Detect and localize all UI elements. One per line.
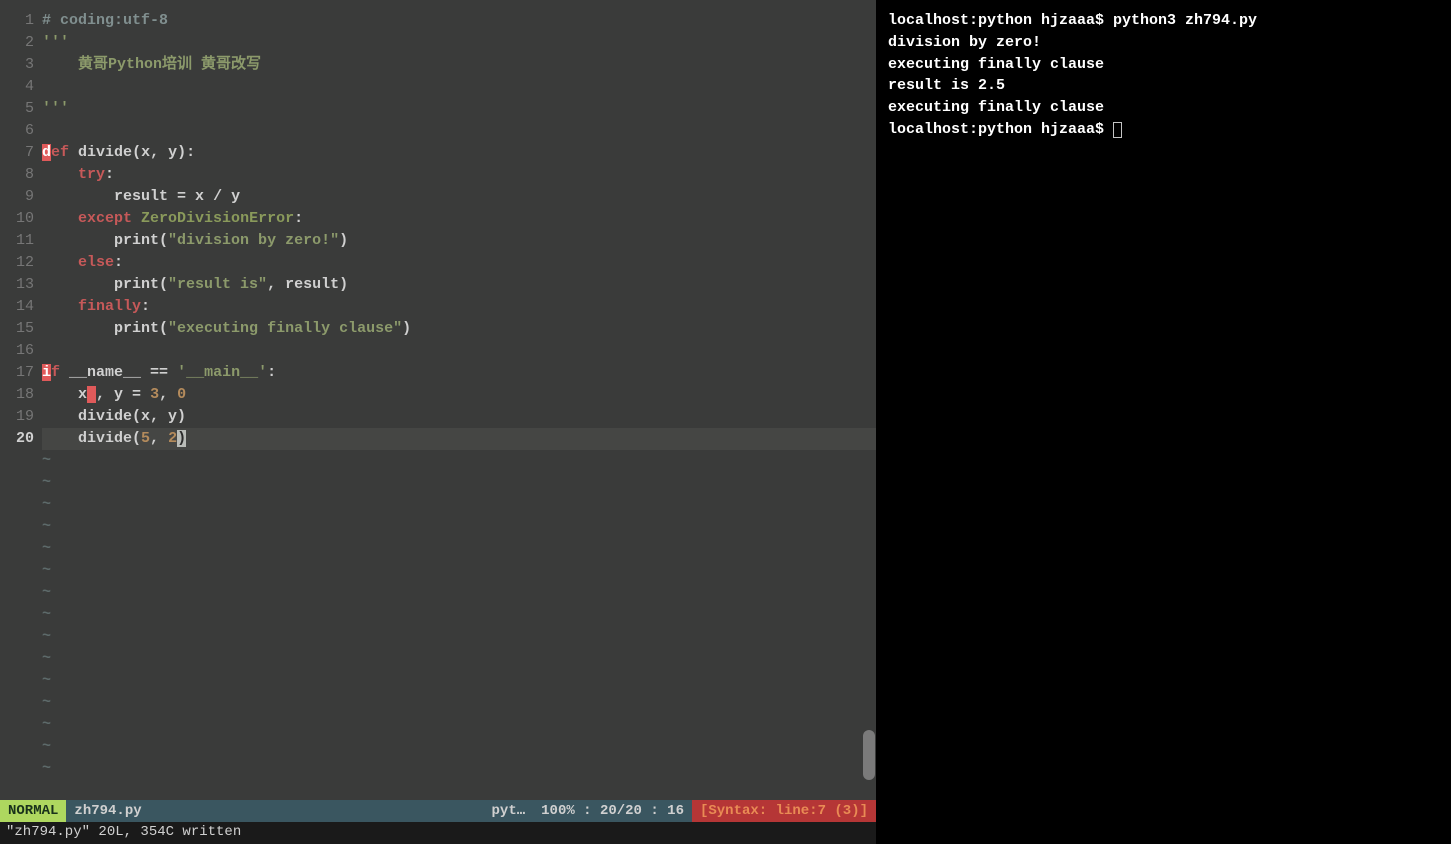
- code-line[interactable]: print("result is", result): [42, 274, 876, 296]
- mode-indicator: NORMAL: [0, 800, 66, 822]
- code-line[interactable]: x , y = 3, 0: [42, 384, 876, 406]
- position-indicator: 100% : 20/20 : 16: [533, 800, 692, 822]
- line-number: 12: [0, 252, 34, 274]
- line-number: 15: [0, 318, 34, 340]
- code-line[interactable]: result = x / y: [42, 186, 876, 208]
- line-number: 17: [0, 362, 34, 384]
- status-line: NORMAL zh794.py pyt… 100% : 20/20 : 16 […: [0, 800, 876, 822]
- empty-line-tilde: ~: [42, 714, 876, 736]
- line-number: 11: [0, 230, 34, 252]
- empty-line-tilde: ~: [42, 604, 876, 626]
- terminal-output-line: executing finally clause: [888, 54, 1439, 76]
- line-number: 20: [0, 428, 34, 450]
- syntax-error-indicator: [Syntax: line:7 (3)]: [692, 800, 876, 822]
- filename-indicator: zh794.py: [66, 800, 149, 822]
- scroll-thumb[interactable]: [863, 730, 875, 780]
- empty-line-tilde: ~: [42, 582, 876, 604]
- terminal-output-line: localhost:python hjzaaa$ python3 zh794.p…: [888, 10, 1439, 32]
- code-line[interactable]: print("division by zero!"): [42, 230, 876, 252]
- line-number: 13: [0, 274, 34, 296]
- editor-pane: 1234567891011121314151617181920 # coding…: [0, 0, 876, 844]
- terminal-cursor: [1113, 122, 1122, 138]
- code-line[interactable]: def divide(x, y):: [42, 142, 876, 164]
- code-area[interactable]: 1234567891011121314151617181920 # coding…: [0, 0, 876, 800]
- empty-line-tilde: ~: [42, 516, 876, 538]
- code-line[interactable]: # coding:utf-8: [42, 10, 876, 32]
- code-line[interactable]: print("executing finally clause"): [42, 318, 876, 340]
- line-number-gutter: 1234567891011121314151617181920: [0, 0, 42, 800]
- line-number: 2: [0, 32, 34, 54]
- terminal-output-line: division by zero!: [888, 32, 1439, 54]
- line-number: 18: [0, 384, 34, 406]
- line-number: 1: [0, 10, 34, 32]
- code-line[interactable]: except ZeroDivisionError:: [42, 208, 876, 230]
- code-line[interactable]: 黄哥Python培训 黄哥改写: [42, 54, 876, 76]
- empty-line-tilde: ~: [42, 736, 876, 758]
- code-content[interactable]: # coding:utf-8''' 黄哥Python培训 黄哥改写'''def …: [42, 0, 876, 800]
- terminal-prompt-line[interactable]: localhost:python hjzaaa$: [888, 119, 1439, 141]
- filetype-indicator: pyt…: [484, 800, 534, 822]
- line-number: 14: [0, 296, 34, 318]
- line-number: 9: [0, 186, 34, 208]
- empty-line-tilde: ~: [42, 670, 876, 692]
- empty-line-tilde: ~: [42, 648, 876, 670]
- code-line[interactable]: ''': [42, 32, 876, 54]
- code-line[interactable]: ''': [42, 98, 876, 120]
- code-line[interactable]: [42, 76, 876, 98]
- code-line[interactable]: if __name__ == '__main__':: [42, 362, 876, 384]
- terminal-prompt: localhost:python hjzaaa$: [888, 121, 1113, 138]
- line-number: 19: [0, 406, 34, 428]
- line-number: 8: [0, 164, 34, 186]
- code-line[interactable]: divide(5, 2): [42, 428, 876, 450]
- empty-line-tilde: ~: [42, 758, 876, 780]
- empty-line-tilde: ~: [42, 472, 876, 494]
- empty-line-tilde: ~: [42, 538, 876, 560]
- line-number: 16: [0, 340, 34, 362]
- empty-line-tilde: ~: [42, 692, 876, 714]
- code-line[interactable]: [42, 340, 876, 362]
- code-line[interactable]: else:: [42, 252, 876, 274]
- line-number: 7: [0, 142, 34, 164]
- empty-line-tilde: ~: [42, 494, 876, 516]
- empty-line-tilde: ~: [42, 450, 876, 472]
- code-line[interactable]: try:: [42, 164, 876, 186]
- editor-scrollbar[interactable]: [862, 0, 876, 844]
- terminal-output-line: executing finally clause: [888, 97, 1439, 119]
- code-line[interactable]: divide(x, y): [42, 406, 876, 428]
- code-line[interactable]: [42, 120, 876, 142]
- line-number: 10: [0, 208, 34, 230]
- command-line[interactable]: "zh794.py" 20L, 354C written: [0, 822, 876, 844]
- empty-line-tilde: ~: [42, 560, 876, 582]
- line-number: 5: [0, 98, 34, 120]
- line-number: 6: [0, 120, 34, 142]
- empty-line-tilde: ~: [42, 626, 876, 648]
- line-number: 3: [0, 54, 34, 76]
- terminal-output-line: result is 2.5: [888, 75, 1439, 97]
- code-line[interactable]: finally:: [42, 296, 876, 318]
- terminal-pane[interactable]: localhost:python hjzaaa$ python3 zh794.p…: [876, 0, 1451, 844]
- line-number: 4: [0, 76, 34, 98]
